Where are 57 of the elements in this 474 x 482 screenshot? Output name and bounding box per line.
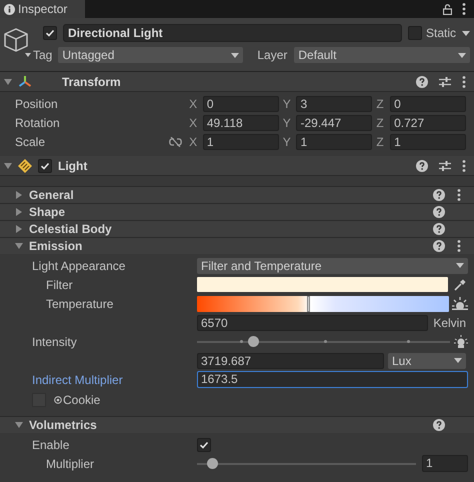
component-header[interactable]: Light	[0, 156, 474, 176]
unit-label: Kelvin	[433, 314, 466, 332]
section-title: Shape	[29, 204, 66, 221]
number-field[interactable]: 1	[390, 134, 466, 150]
tag-dropdown[interactable]: Untagged	[58, 47, 244, 63]
field-label: Enable	[32, 436, 70, 454]
tag-label: Tag	[33, 47, 52, 64]
axis-label: Z	[376, 115, 385, 132]
unit-dropdown[interactable]: Lux	[388, 352, 466, 368]
number-field[interactable]: -29.447	[296, 115, 372, 131]
component-title: Transform	[62, 74, 122, 90]
field-label: Multiplier	[46, 456, 96, 472]
number-field[interactable]: 1	[202, 134, 279, 150]
number-field[interactable]: 0	[202, 96, 279, 112]
section-header[interactable]: General	[0, 186, 474, 203]
field-label: Cookie	[63, 392, 100, 409]
section-header[interactable]: Celestial Body	[0, 220, 474, 237]
field-label: Scale	[15, 134, 46, 151]
number-field[interactable]: 1673.5	[197, 371, 468, 388]
number-field[interactable]: 3	[296, 96, 372, 112]
number-field[interactable]: 1	[296, 134, 372, 150]
axis-label: X	[189, 96, 198, 113]
section-title: General	[29, 187, 75, 204]
field-label: Filter	[46, 276, 74, 294]
component-title: Light	[58, 158, 88, 174]
axis-label: Y	[282, 96, 292, 113]
number-field[interactable]: 0.727	[390, 115, 466, 131]
number-field[interactable]: 6570	[197, 314, 428, 330]
name-field[interactable]: Directional Light	[63, 24, 402, 42]
axis-label: Y	[282, 115, 292, 132]
component-header[interactable]: Transform	[0, 72, 474, 92]
axis-label: X	[189, 115, 198, 132]
axis-label: Y	[282, 134, 292, 151]
layer-dropdown[interactable]: Default	[294, 47, 470, 63]
number-field[interactable]: 1	[422, 455, 468, 472]
axis-label: Z	[376, 96, 385, 113]
axis-label: X	[189, 134, 198, 151]
section-title: Emission	[29, 238, 84, 255]
field-label: Light Appearance	[32, 258, 126, 274]
field-label: Rotation	[15, 115, 61, 132]
field-label: Intensity	[32, 334, 78, 350]
section-header[interactable]: Emission	[0, 237, 474, 254]
number-field[interactable]: 0	[390, 96, 466, 112]
layer-label: Layer	[257, 47, 288, 64]
number-field[interactable]: 49.118	[202, 115, 279, 131]
number-field[interactable]: 3719.687	[197, 352, 384, 368]
axis-label: Z	[376, 134, 385, 151]
inspector-tab[interactable]: Inspector	[0, 0, 85, 18]
section-title: Volumetrics	[29, 417, 98, 434]
section-title: Celestial Body	[29, 221, 113, 238]
section-header[interactable]: Shape	[0, 203, 474, 220]
appearance-dropdown[interactable]: Filter and Temperature	[197, 258, 468, 274]
static-label: Static	[426, 25, 456, 42]
section-header[interactable]: Volumetrics	[0, 416, 474, 433]
field-label: Position	[15, 96, 59, 113]
field-label: Temperature	[46, 296, 114, 312]
field-label: Indirect Multiplier	[32, 372, 124, 388]
